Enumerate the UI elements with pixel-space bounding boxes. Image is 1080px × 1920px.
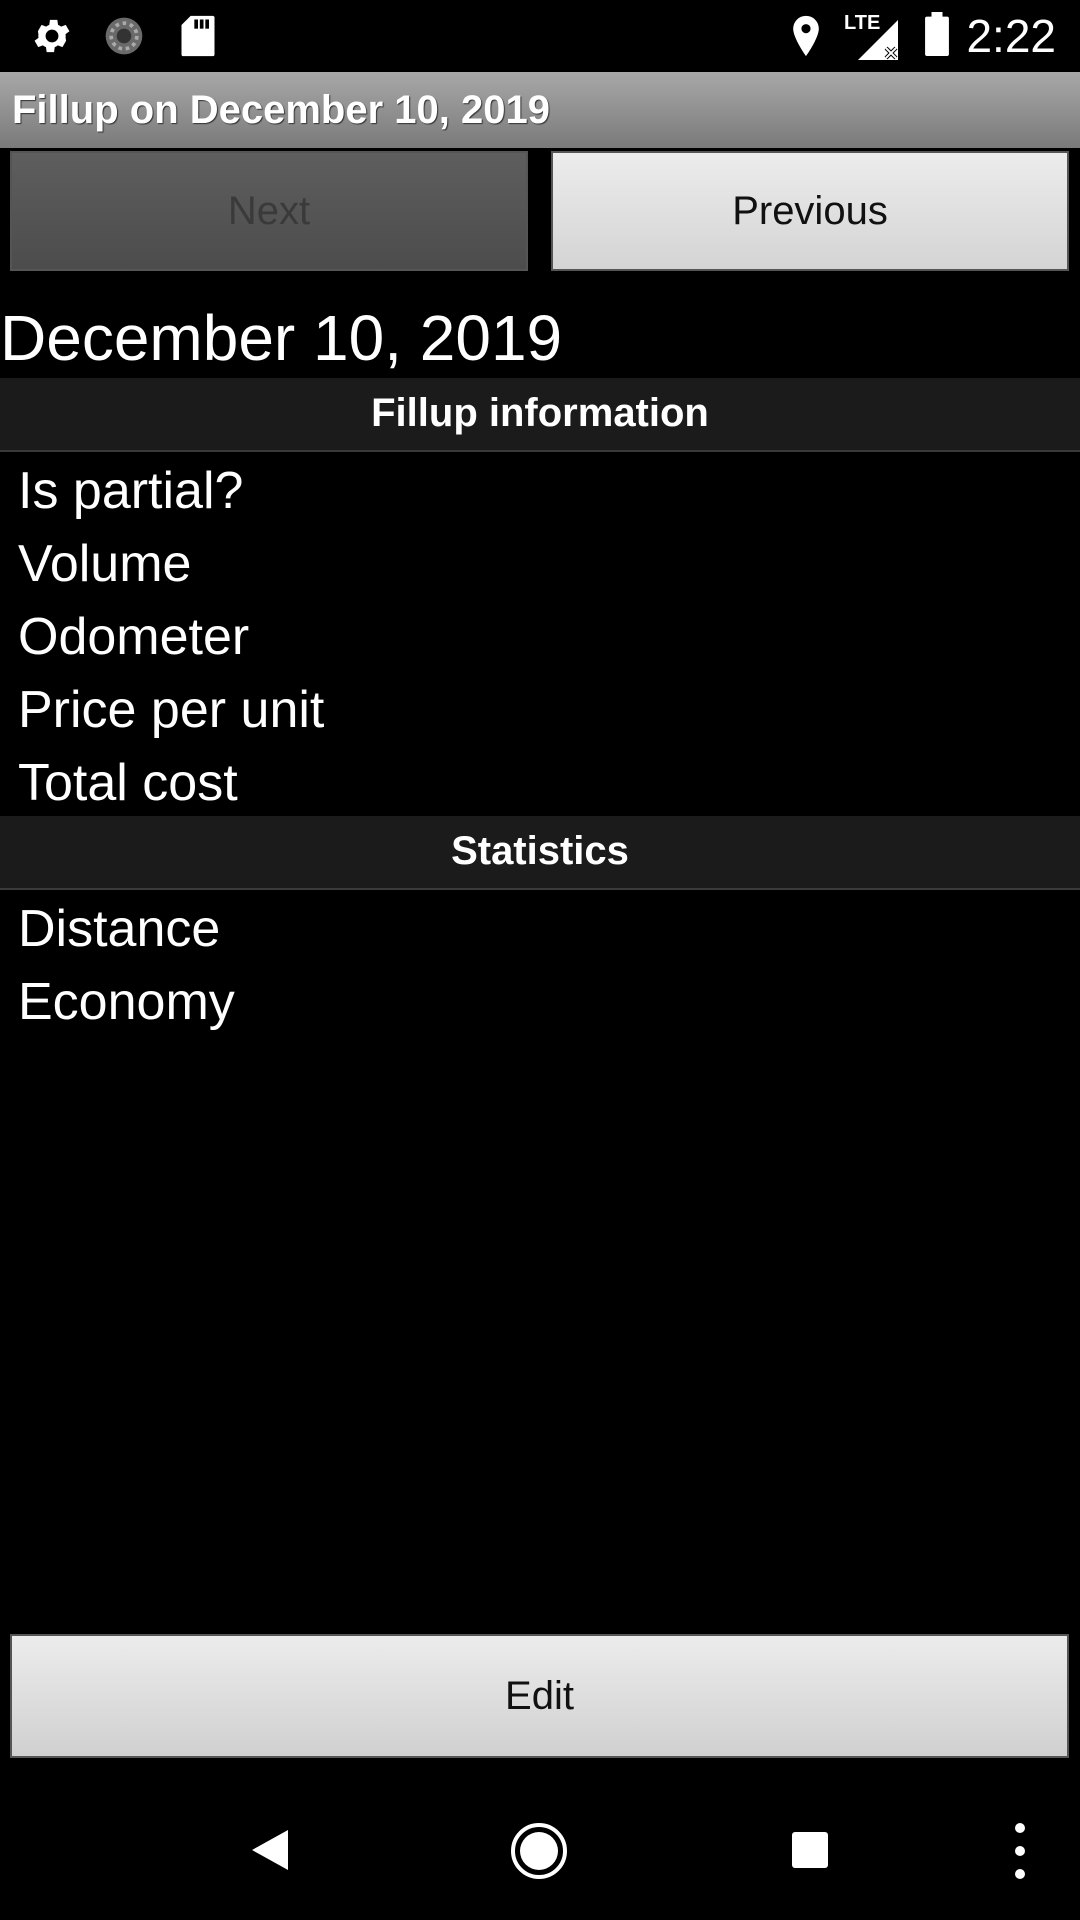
- page-title: Fillup on December 10, 2019: [12, 88, 550, 132]
- home-icon[interactable]: [510, 1822, 568, 1880]
- row-volume: Volume: [18, 535, 192, 593]
- row-economy: Economy: [18, 973, 235, 1031]
- lte-signal-icon: LTE: [842, 12, 902, 62]
- statistics-header: Statistics: [0, 816, 1080, 890]
- screen: LTE 2:22 Fillup on December 10, 2019 Nex…: [0, 0, 1080, 1920]
- row-odometer: Odometer: [18, 608, 250, 666]
- status-bar: LTE 2:22: [0, 0, 1080, 72]
- row-price-per-unit: Price per unit: [18, 681, 325, 739]
- edit-button[interactable]: Edit: [10, 1634, 1069, 1758]
- row-total-cost: Total cost: [18, 754, 238, 812]
- clock: 2:22: [966, 10, 1056, 62]
- date-heading: December 10, 2019: [0, 302, 563, 374]
- overflow-menu-icon[interactable]: [1010, 1822, 1030, 1880]
- previous-button[interactable]: Previous: [551, 151, 1069, 271]
- row-distance: Distance: [18, 900, 221, 958]
- sd-card-icon: [181, 15, 215, 57]
- recents-icon[interactable]: [790, 1830, 830, 1870]
- title-bar: Fillup on December 10, 2019: [0, 72, 1080, 148]
- navigation-bar: [0, 1786, 1080, 1920]
- fillup-information-header: Fillup information: [0, 378, 1080, 452]
- settings-icon: [34, 19, 70, 53]
- location-icon: [793, 15, 819, 57]
- battery-icon: [925, 12, 949, 56]
- back-icon[interactable]: [248, 1826, 292, 1874]
- next-button[interactable]: Next: [10, 151, 528, 271]
- sync-icon: [105, 17, 143, 55]
- row-is-partial: Is partial?: [18, 462, 244, 520]
